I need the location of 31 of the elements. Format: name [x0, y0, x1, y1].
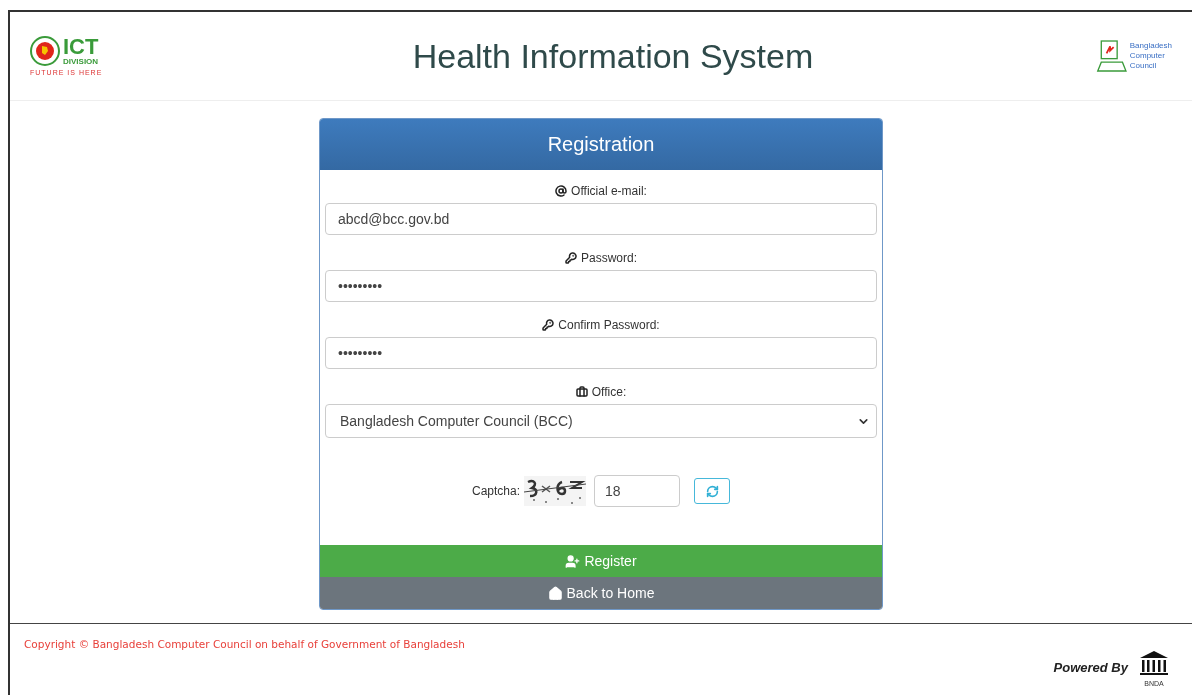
home-button[interactable]: Back to Home: [320, 577, 882, 609]
input-field[interactable]: abcd@bcc.gov.bd: [325, 203, 877, 235]
logo-text: Bangladesh: [1129, 41, 1172, 51]
field-label: Confirm Password:: [558, 318, 660, 332]
logo-text: Computer: [1129, 51, 1166, 61]
page-title: Health Information System: [412, 36, 814, 76]
input-field[interactable]: •••••••••: [325, 337, 877, 369]
key-icon: [542, 319, 555, 331]
logo-title: ICT: [63, 36, 99, 57]
key-icon: [565, 252, 577, 264]
briefcase-icon: [575, 386, 588, 398]
field-label: Office:: [591, 385, 627, 399]
field-label: Password:: [581, 251, 637, 265]
captcha-label: Captcha:: [472, 484, 520, 498]
emblem-icon: [30, 36, 60, 66]
card-title: Registration: [320, 119, 882, 170]
copyright-text: Copyright © Bangladesh Computer Council on behalf of Government of Bangladesh: [24, 638, 465, 652]
home-icon: [547, 585, 563, 601]
computer-icon: [1096, 37, 1128, 75]
refresh-icon: [705, 484, 719, 498]
logo-subtitle: DIVISION: [63, 56, 99, 66]
field-label: Official e-mail:: [571, 184, 647, 198]
building-icon: [1138, 650, 1170, 676]
powered-by-text: Powered By: [1053, 660, 1128, 675]
office-select[interactable]: Bangladesh Computer Council (BCC): [325, 404, 877, 438]
user-plus-icon: [565, 553, 581, 569]
at-icon: [555, 185, 568, 197]
captcha-input[interactable]: 18: [594, 475, 680, 507]
input-field[interactable]: •••••••••: [325, 270, 877, 302]
refresh-button[interactable]: [694, 478, 730, 504]
logo-text: Council: [1129, 61, 1158, 71]
